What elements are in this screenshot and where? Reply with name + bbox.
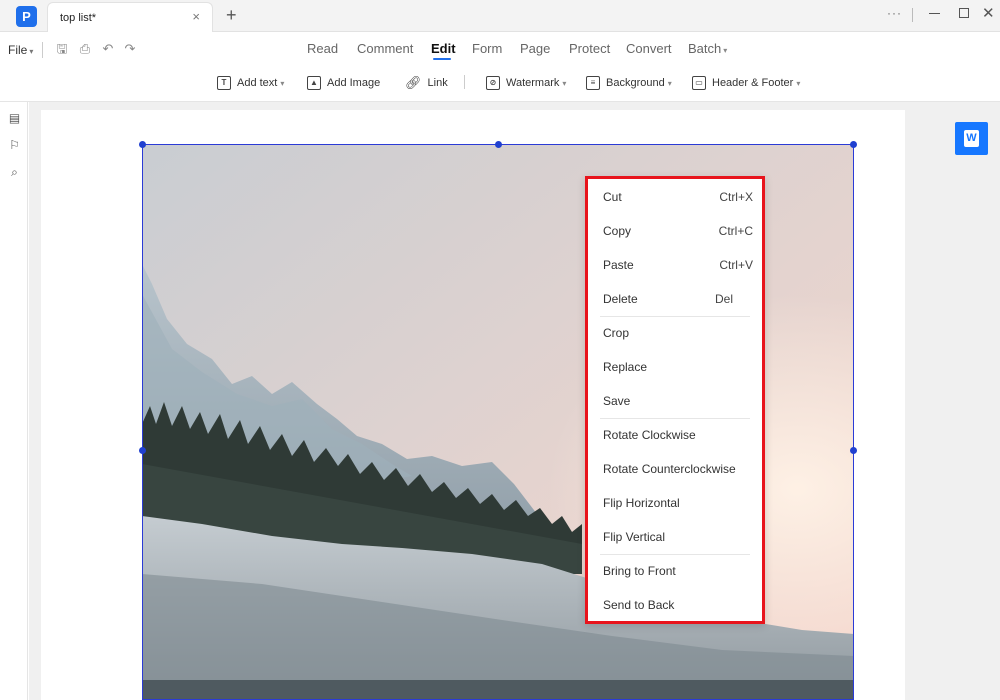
minimize-button[interactable] <box>929 13 940 14</box>
background-icon: ≡ <box>586 76 600 90</box>
menu-item-paste[interactable]: Paste Ctrl+V <box>603 255 753 275</box>
resize-handle-top-left[interactable] <box>139 141 146 148</box>
document-tab[interactable]: top list* × <box>47 2 213 32</box>
menu-item-cut[interactable]: Cut Ctrl+X <box>603 187 753 207</box>
cut-shortcut: Ctrl+X <box>719 190 753 204</box>
bookmark-icon[interactable]: ⚐ <box>8 139 21 152</box>
add-image-icon: ▲ <box>307 76 321 90</box>
close-window-button[interactable]: ✕ <box>982 4 995 22</box>
menu-item-copy-label: Copy <box>603 224 632 238</box>
chevron-down-icon: ▾ <box>562 78 567 88</box>
chevron-down-icon: ▾ <box>280 78 285 88</box>
tab-edit[interactable]: Edit <box>431 41 456 56</box>
active-tab-indicator <box>433 58 451 60</box>
add-image-label: Add Image <box>327 77 381 89</box>
menu-item-cut-label: Cut <box>603 190 622 204</box>
chevron-down-icon: ▾ <box>796 78 801 88</box>
undo-icon[interactable]: ↶ <box>101 42 115 56</box>
image-context-menu: Cut Ctrl+X Copy Ctrl+C Paste Ctrl+V Dele… <box>585 176 765 624</box>
menu-item-copy[interactable]: Copy Ctrl+C <box>603 221 753 241</box>
tab-read[interactable]: Read <box>307 41 338 56</box>
window-controls-divider <box>912 8 913 22</box>
tab-comment[interactable]: Comment <box>357 41 413 56</box>
page-thumbnails-icon[interactable]: ▤ <box>8 112 21 125</box>
maximize-button[interactable] <box>959 8 969 18</box>
tab-form[interactable]: Form <box>472 41 502 56</box>
tab-convert[interactable]: Convert <box>626 41 672 56</box>
background-button[interactable]: ≡ Background ▾ <box>586 74 672 92</box>
file-menu[interactable]: File ▾ <box>8 43 33 57</box>
chevron-down-icon: ▾ <box>723 46 728 55</box>
copy-shortcut: Ctrl+C <box>718 224 753 238</box>
header-footer-icon: ▭ <box>692 76 706 90</box>
document-tab-title: top list* <box>60 12 97 24</box>
word-convert-icon: W <box>964 130 979 147</box>
app-logo-icon[interactable]: P <box>16 6 37 27</box>
watermark-button[interactable]: ⊘ Watermark ▾ <box>486 74 566 92</box>
header-footer-button[interactable]: ▭ Header & Footer ▾ <box>692 74 800 92</box>
add-text-button[interactable]: T Add text ▾ <box>217 74 284 92</box>
menu-item-rotate-clockwise[interactable]: Rotate Clockwise <box>603 425 753 445</box>
chevron-down-icon: ▾ <box>667 78 672 88</box>
print-icon[interactable]: ⎙ <box>78 42 92 56</box>
add-image-button[interactable]: ▲ Add Image <box>307 74 380 92</box>
background-label: Background <box>606 77 665 89</box>
menu-item-save[interactable]: Save <box>603 391 753 411</box>
link-label: Link <box>427 77 448 89</box>
menu-item-bring-to-front[interactable]: Bring to Front <box>603 561 753 581</box>
menu-separator <box>600 554 750 555</box>
menu-item-replace[interactable]: Replace <box>603 357 753 377</box>
watermark-label: Watermark <box>506 77 560 89</box>
paste-shortcut: Ctrl+V <box>719 258 753 272</box>
resize-handle-left[interactable] <box>139 447 146 454</box>
tab-batch-label: Batch <box>688 41 722 56</box>
toolbar-divider <box>42 42 43 58</box>
menu-item-delete[interactable]: Delete Del <box>603 289 753 309</box>
header-footer-label: Header & Footer <box>712 77 794 89</box>
menu-item-delete-label: Delete <box>603 292 638 306</box>
menu-item-send-to-back[interactable]: Send to Back <box>603 595 753 615</box>
menu-item-flip-vertical[interactable]: Flip Vertical <box>603 527 753 547</box>
link-icon: 🔗︎ <box>405 75 422 90</box>
add-text-icon: T <box>217 76 231 90</box>
toolbar-divider <box>464 75 465 89</box>
watermark-icon: ⊘ <box>486 76 500 90</box>
delete-shortcut: Del <box>714 292 733 306</box>
close-tab-icon[interactable]: × <box>192 10 200 24</box>
redo-icon[interactable]: ↷ <box>123 42 137 56</box>
convert-to-word-button[interactable]: W <box>955 122 988 155</box>
menu-item-paste-label: Paste <box>603 258 634 272</box>
menu-item-crop[interactable]: Crop <box>603 323 753 343</box>
tab-page[interactable]: Page <box>520 41 550 56</box>
file-menu-label: File <box>8 43 28 57</box>
left-sidebar: ▤ ⚐ ⌕ <box>0 102 28 700</box>
menu-item-rotate-counterclockwise[interactable]: Rotate Counterclockwise <box>603 459 753 479</box>
link-button[interactable]: 🔗︎ Link <box>405 74 448 92</box>
save-icon[interactable]: 🖫 <box>55 42 69 56</box>
more-options-icon[interactable]: ··· <box>887 6 902 20</box>
resize-handle-top-right[interactable] <box>850 141 857 148</box>
resize-handle-top[interactable] <box>495 141 502 148</box>
menu-item-flip-horizontal[interactable]: Flip Horizontal <box>603 493 753 513</box>
add-text-label: Add text <box>237 77 278 89</box>
chevron-down-icon: ▾ <box>29 47 34 56</box>
new-tab-button[interactable]: + <box>226 5 237 25</box>
resize-handle-right[interactable] <box>850 447 857 454</box>
menu-separator <box>600 316 750 317</box>
tab-protect[interactable]: Protect <box>569 41 610 56</box>
search-icon[interactable]: ⌕ <box>8 166 21 179</box>
title-bar: P top list* × + ··· ✕ <box>0 0 1000 32</box>
tab-batch[interactable]: Batch ▾ <box>688 41 727 56</box>
menu-separator <box>600 418 750 419</box>
